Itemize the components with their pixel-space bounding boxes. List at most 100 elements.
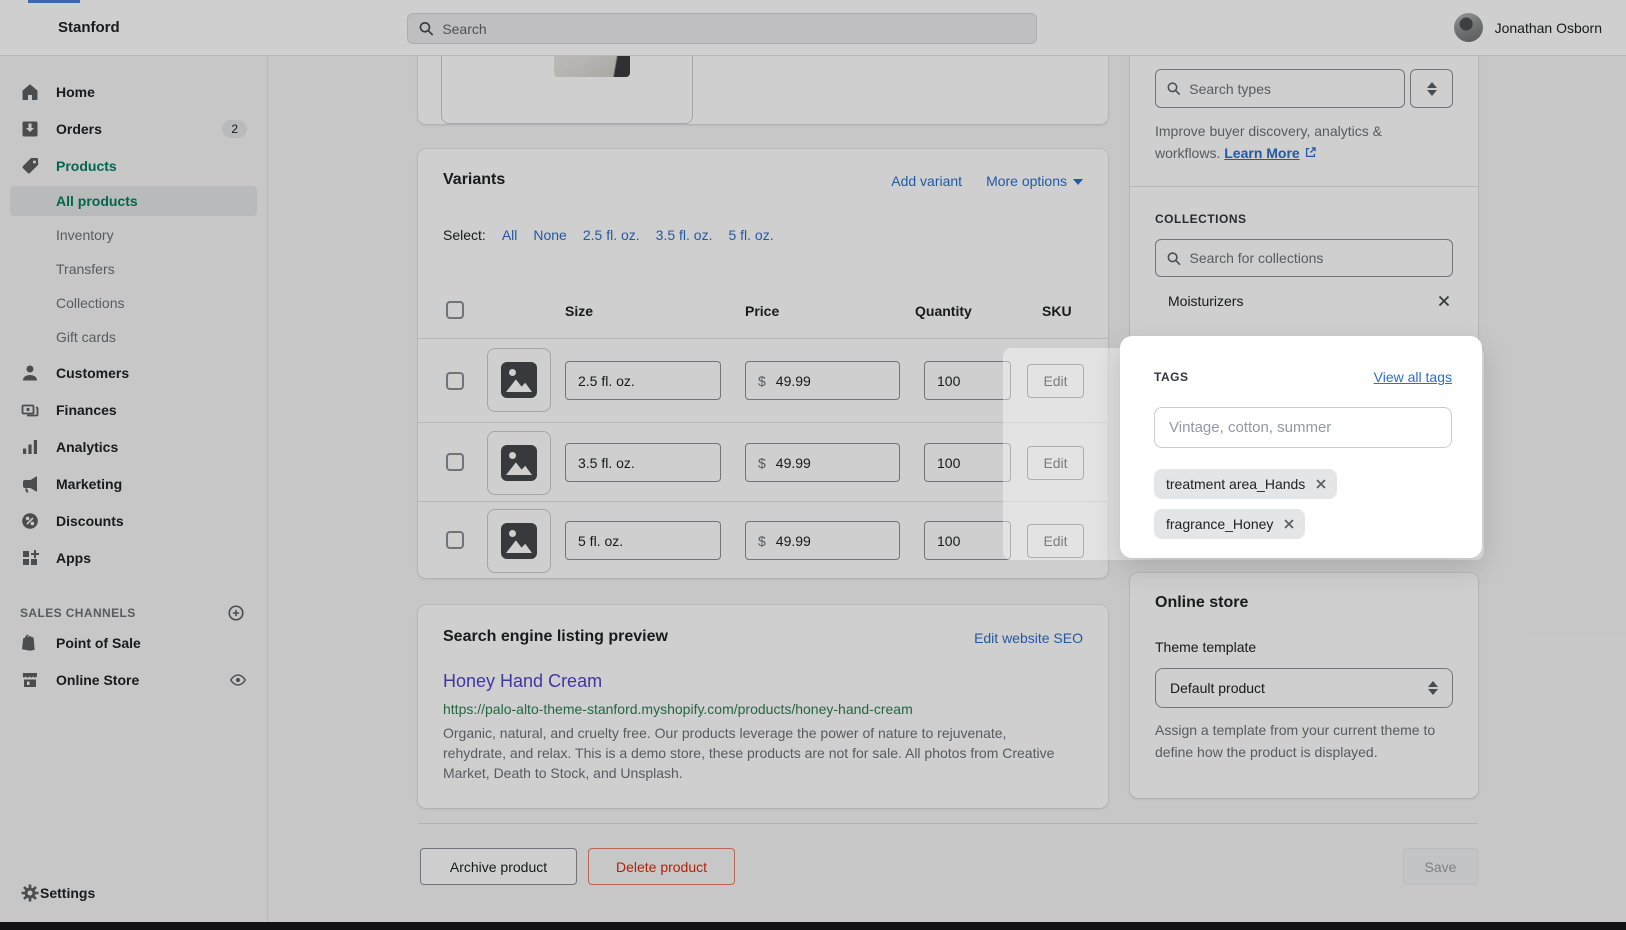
- tag-pill-label: treatment area_Hands: [1166, 476, 1305, 492]
- sidebar-item-apps[interactable]: Apps: [12, 542, 255, 574]
- quantity-field[interactable]: 100: [924, 361, 1011, 400]
- sidebar-item-products[interactable]: Products: [12, 150, 255, 182]
- types-promo-text: Improve buyer discovery, analytics & wor…: [1155, 120, 1431, 164]
- focus-indicator-bar: [28, 0, 80, 3]
- section-divider: [1130, 186, 1478, 187]
- sidebar-item-all-products[interactable]: All products: [10, 186, 257, 216]
- size-field[interactable]: 3.5 fl. oz.: [565, 443, 721, 482]
- theme-template-label: Theme template: [1155, 639, 1256, 655]
- edit-variant-button[interactable]: Edit: [1027, 524, 1084, 558]
- add-variant-link[interactable]: Add variant: [891, 173, 962, 189]
- sidebar-item-gift-cards[interactable]: Gift cards: [10, 322, 257, 352]
- theme-template-value: Default product: [1170, 680, 1265, 696]
- eye-icon[interactable]: [229, 671, 247, 689]
- price-field[interactable]: $49.99: [745, 521, 900, 560]
- collections-search-input[interactable]: [1190, 250, 1442, 266]
- edit-website-seo-link[interactable]: Edit website SEO: [974, 630, 1083, 646]
- top-bar: S Stanford Jonathan Osborn: [0, 0, 1626, 56]
- footer-divider: [418, 823, 1478, 824]
- sidebar-item-point-of-sale[interactable]: Point of Sale: [12, 627, 255, 659]
- variant-row: 2.5 fl. oz. $49.99 100 Edit: [418, 338, 1108, 423]
- orders-icon: [20, 119, 40, 139]
- variant-row: 5 fl. oz. $49.99 100 Edit: [418, 502, 1108, 578]
- sidebar-item-collections[interactable]: Collections: [10, 288, 257, 318]
- gear-icon: [20, 883, 40, 903]
- select-all-checkbox[interactable]: [446, 301, 464, 319]
- delete-product-button[interactable]: Delete product: [588, 848, 735, 885]
- sidebar-item-discounts[interactable]: Discounts: [12, 505, 255, 537]
- save-button[interactable]: Save: [1403, 848, 1478, 885]
- seo-card-title: Search engine listing preview: [443, 628, 668, 646]
- image-placeholder-icon: [501, 362, 537, 398]
- sidebar-item-online-store[interactable]: Online Store: [12, 664, 255, 696]
- view-all-tags-link[interactable]: View all tags: [1374, 369, 1452, 385]
- remove-collection-icon[interactable]: [1435, 292, 1453, 310]
- sidebar-item-transfers[interactable]: Transfers: [10, 254, 257, 284]
- store-name: Stanford: [58, 19, 120, 36]
- apps-icon: [20, 548, 40, 568]
- collections-label: COLLECTIONS: [1155, 212, 1247, 226]
- tags-label: TAGS: [1154, 370, 1188, 384]
- row-checkbox[interactable]: [446, 372, 464, 390]
- home-icon: [20, 82, 40, 102]
- variant-image-button[interactable]: [487, 509, 551, 573]
- theme-template-select[interactable]: Default product: [1155, 668, 1453, 708]
- row-checkbox[interactable]: [446, 531, 464, 549]
- add-channel-icon[interactable]: [227, 604, 245, 622]
- image-placeholder-icon: [501, 445, 537, 481]
- currency-prefix: $: [758, 373, 766, 389]
- more-options-link[interactable]: More options: [986, 173, 1083, 189]
- tag-pill: treatment area_Hands: [1154, 469, 1337, 499]
- price-field[interactable]: $49.99: [745, 443, 900, 482]
- sidebar-item-marketing[interactable]: Marketing: [12, 468, 255, 500]
- discounts-icon: [20, 511, 40, 531]
- select-none-link[interactable]: None: [533, 227, 566, 243]
- variant-image-button[interactable]: [487, 348, 551, 412]
- edit-variant-button[interactable]: Edit: [1027, 364, 1084, 398]
- tags-input[interactable]: [1169, 419, 1437, 436]
- sidebar-item-customers[interactable]: Customers: [12, 357, 255, 389]
- sidebar-item-inventory[interactable]: Inventory: [10, 220, 257, 250]
- point-of-sale-icon: [20, 633, 40, 653]
- sidebar-item-orders[interactable]: Orders 2: [12, 113, 255, 145]
- remove-tag-icon[interactable]: [1281, 516, 1297, 532]
- select-size-3-link[interactable]: 5 fl. oz.: [728, 227, 773, 243]
- select-size-2-link[interactable]: 3.5 fl. oz.: [656, 227, 713, 243]
- collections-search-wrap: [1155, 239, 1453, 277]
- search-types-input[interactable]: [1189, 81, 1394, 97]
- seo-description: Organic, natural, and cruelty free. Our …: [443, 723, 1071, 783]
- size-field[interactable]: 2.5 fl. oz.: [565, 361, 721, 400]
- column-header-sku: SKU: [1042, 303, 1072, 319]
- sidebar-item-settings[interactable]: Settings: [12, 877, 255, 909]
- quantity-field[interactable]: 100: [924, 443, 1011, 482]
- sort-types-button[interactable]: [1410, 69, 1453, 108]
- image-placeholder-icon: [501, 523, 537, 559]
- quantity-field[interactable]: 100: [924, 521, 1011, 560]
- user-menu[interactable]: Jonathan Osborn: [1454, 13, 1602, 42]
- shopify-admin-screen: Variants Add variant More options Select…: [0, 0, 1626, 930]
- collection-item-label: Moisturizers: [1155, 293, 1243, 309]
- sidebar-item-analytics[interactable]: Analytics: [12, 431, 255, 463]
- price-field[interactable]: $49.99: [745, 361, 900, 400]
- sidebar-item-finances[interactable]: Finances: [12, 394, 255, 426]
- tag-pill: fragrance_Honey: [1154, 509, 1305, 539]
- analytics-icon: [20, 437, 40, 457]
- shopify-logo[interactable]: S: [16, 13, 46, 43]
- archive-product-button[interactable]: Archive product: [420, 848, 577, 885]
- column-header-quantity: Quantity: [915, 303, 972, 319]
- remove-tag-icon[interactable]: [1313, 476, 1329, 492]
- sidebar-item-home[interactable]: Home: [12, 76, 255, 108]
- edit-variant-button[interactable]: Edit: [1027, 446, 1084, 480]
- variants-title: Variants: [443, 171, 505, 189]
- column-header-size: Size: [565, 303, 593, 319]
- row-checkbox[interactable]: [446, 453, 464, 471]
- size-field[interactable]: 5 fl. oz.: [565, 521, 721, 560]
- online-store-title: Online store: [1155, 594, 1248, 612]
- select-size-1-link[interactable]: 2.5 fl. oz.: [583, 227, 640, 243]
- learn-more-link[interactable]: Learn More: [1224, 145, 1299, 161]
- variants-card: Variants Add variant More options Select…: [418, 149, 1108, 578]
- search-icon: [1166, 250, 1182, 267]
- global-search-input[interactable]: [442, 21, 1026, 37]
- select-all-link[interactable]: All: [502, 227, 518, 243]
- variant-image-button[interactable]: [487, 431, 551, 495]
